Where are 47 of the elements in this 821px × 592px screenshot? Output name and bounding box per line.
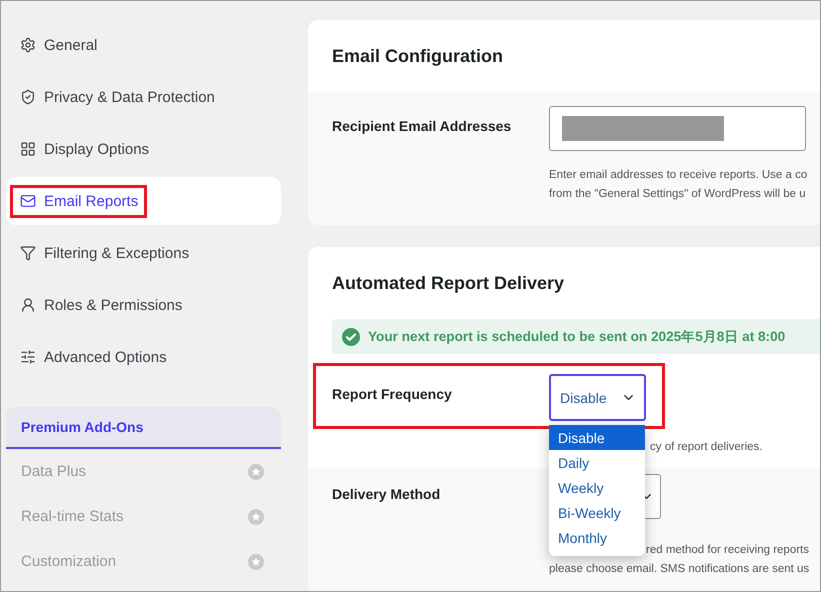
dropdown-option[interactable]: Daily: [549, 450, 645, 475]
section-title: Automated Report Delivery: [332, 272, 564, 294]
star-badge-icon: [248, 554, 264, 570]
sidebar-item[interactable]: Roles & Permissions: [6, 281, 281, 329]
section-title: Email Configuration: [332, 46, 503, 66]
sidebar-icon: [20, 37, 36, 53]
field-hint: from the "General Settings" of WordPress will be u: [549, 188, 806, 200]
field-hint: cy of report deliveries.: [650, 441, 762, 453]
frequency-select[interactable]: Disable: [549, 374, 646, 421]
sidebar-icon: [20, 141, 36, 157]
sidebar-label: Display Options: [44, 140, 150, 158]
premium-title: Premium Add-Ons: [21, 419, 144, 435]
field-label: Report Frequency: [332, 385, 453, 404]
sidebar-label: Filtering & Exceptions: [44, 244, 190, 262]
sidebar-item[interactable]: Privacy & Data Protection: [6, 73, 281, 121]
dropdown-option[interactable]: Monthly: [549, 525, 645, 550]
sidebar-label: Email Reports: [44, 192, 138, 210]
sidebar-icon: [20, 193, 36, 209]
sidebar-icon: [20, 349, 36, 365]
notice-text: Your next report is scheduled to be sent on 2025年5月8日 at 8:00: [368, 328, 786, 346]
sidebar-item[interactable]: Email Reports: [6, 177, 281, 225]
email-input-field[interactable]: [549, 106, 806, 151]
field-hint: red method for receiving reports: [646, 544, 809, 556]
sidebar-item[interactable]: General: [6, 21, 281, 69]
sidebar-item[interactable]: Advanced Options: [6, 333, 281, 381]
dropdown-option[interactable]: Disable: [549, 425, 645, 450]
sidebar-label: Roles & Permissions: [44, 296, 182, 314]
field-label: Recipient Email Addresses: [332, 117, 512, 136]
addon-label: Real-time Stats: [21, 508, 124, 525]
sidebar-icon: [20, 297, 36, 313]
addon-label: Data Plus: [21, 463, 86, 480]
sidebar-item[interactable]: Display Options: [6, 125, 281, 173]
star-badge-icon: [248, 508, 264, 524]
field-hint: please choose email. SMS notifications are sent us: [549, 563, 810, 575]
dropdown-option[interactable]: Weekly: [549, 475, 645, 500]
field-hint: Enter email addresses to receive reports. Use a co: [549, 169, 808, 181]
sidebar-icon: [20, 245, 36, 261]
sidebar-icon: [20, 89, 36, 105]
star-badge-icon: [248, 464, 264, 480]
sidebar-label: Advanced Options: [44, 348, 167, 366]
sidebar-label: General: [44, 36, 98, 54]
sidebar-item[interactable]: Filtering & Exceptions: [6, 229, 281, 277]
dropdown-option[interactable]: Bi-Weekly: [549, 500, 645, 525]
sidebar-label: Privacy & Data Protection: [44, 88, 215, 106]
field-label: Delivery Method: [332, 485, 442, 504]
addon-label: Customization: [21, 553, 116, 570]
check-circle-icon: [342, 328, 360, 346]
